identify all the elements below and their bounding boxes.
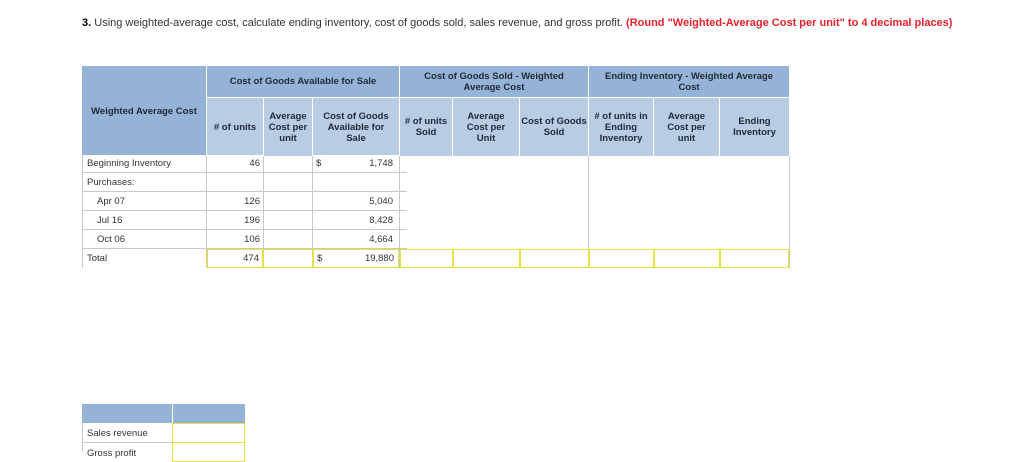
summary-label-sales-revenue: Sales revenue — [83, 424, 172, 442]
cost-apr: 5,040 — [313, 193, 399, 210]
col-header-cogs-label: Cost of Goods Sold — [521, 116, 587, 138]
question-text: 3. Using weighted-average cost, calculat… — [82, 17, 952, 29]
rounding-note: (Round "Weighted-Average Cost per unit" … — [626, 17, 953, 29]
cost-total[interactable]: $ 19,880 — [313, 249, 399, 268]
group-header-available-label: Cost of Goods Available for Sale — [229, 76, 377, 87]
col-header-cogas-label: Cost of Goods Available for Sale — [323, 110, 389, 144]
col-header-cogs: Cost of Goods Sold — [520, 98, 588, 156]
dollar-sign: $ — [317, 253, 323, 264]
avg-cost-input[interactable] — [263, 249, 313, 268]
gross-profit-input[interactable] — [172, 442, 245, 462]
units-total[interactable]: 474 — [207, 249, 263, 268]
group-header-sold: Cost of Goods Sold - Weighted Average Co… — [400, 66, 588, 97]
cost-beginning: $ 1,748 — [313, 155, 399, 172]
row-label-oct: Oct 06 — [83, 231, 205, 248]
col-header-avg-cost: Average Cost per unit — [264, 98, 312, 156]
cost-oct: 4,664 — [313, 231, 399, 248]
cost-beginning-value: 1,748 — [369, 158, 393, 169]
col-header-avg-cost-sold: Average Cost per Unit — [453, 98, 519, 156]
group-header-ending-label: Ending Inventory - Weighted Average Cost — [604, 70, 774, 93]
row-label-beginning: Beginning Inventory — [83, 155, 205, 172]
row-label-apr: Apr 07 — [83, 193, 205, 210]
cogs-input[interactable] — [520, 249, 589, 268]
col-header-avg-cost-ending: Average Cost per unit — [654, 98, 719, 156]
row-label-purchases: Purchases: — [83, 174, 205, 191]
row-label-total: Total — [83, 250, 205, 267]
units-jul: 196 — [207, 212, 263, 229]
units-ending-input[interactable] — [589, 249, 654, 268]
row-label-jul: Jul 16 — [83, 212, 205, 229]
corner-header-label: Weighted Average Cost — [91, 105, 197, 117]
col-header-ending-inventory-label: Ending Inventory — [733, 116, 776, 138]
summary-label-gross-profit: Gross profit — [83, 444, 172, 462]
summary-header-left — [82, 404, 172, 423]
group-header-available: Cost of Goods Available for Sale — [207, 66, 399, 97]
avg-cost-ending-input[interactable] — [654, 249, 720, 268]
cost-total-value: 19,880 — [364, 253, 394, 264]
col-header-avg-cost-label: Average Cost per unit — [268, 110, 308, 144]
question-body: Using weighted-average cost, calculate e… — [94, 17, 623, 29]
ending-inventory-input[interactable] — [720, 249, 789, 268]
col-header-avg-cost-sold-label: Average Cost per Unit — [466, 110, 506, 144]
group-header-ending: Ending Inventory - Weighted Average Cost — [589, 66, 789, 97]
col-header-units: # of units — [207, 98, 263, 156]
units-oct: 106 — [207, 231, 263, 248]
question-number: 3. — [82, 17, 92, 29]
units-apr: 126 — [207, 193, 263, 210]
units-beginning: 46 — [207, 155, 263, 172]
col-header-cogas: Cost of Goods Available for Sale — [313, 98, 399, 156]
col-header-units-sold: # of units Sold — [400, 98, 452, 156]
avg-cost-sold-input[interactable] — [453, 249, 520, 268]
group-header-sold-label: Cost of Goods Sold - Weighted Average Co… — [424, 70, 564, 93]
col-header-avg-cost-ending-label: Average Cost per unit — [667, 110, 706, 144]
col-header-units-label: # of units — [213, 121, 257, 133]
col-header-units-ending-label: # of units in Ending Inventory — [594, 110, 648, 144]
col-header-units-ending: # of units in Ending Inventory — [589, 98, 653, 156]
summary-header-right — [173, 404, 245, 423]
cost-jul: 8,428 — [313, 212, 399, 229]
sales-revenue-input[interactable] — [172, 423, 245, 443]
dollar-sign: $ — [316, 158, 322, 169]
col-header-units-sold-label: # of units Sold — [404, 116, 448, 138]
col-header-ending-inventory: Ending Inventory — [720, 98, 789, 156]
units-sold-input[interactable] — [400, 249, 453, 268]
corner-header: Weighted Average Cost — [82, 66, 206, 156]
